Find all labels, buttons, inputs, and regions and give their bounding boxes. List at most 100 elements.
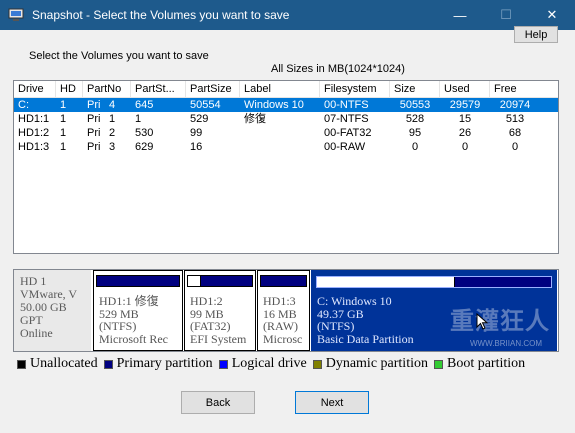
minimize-icon: —: [453, 7, 467, 23]
partition-block-selected[interactable]: C: Windows 10 49.37 GB (NTFS) Basic Data…: [311, 270, 557, 351]
legend-boot: Boot partition: [433, 356, 526, 372]
cell-partstart: 629: [135, 141, 154, 153]
usage-fill: [317, 277, 456, 287]
column-filesystem[interactable]: Filesystem: [320, 81, 390, 98]
volume-list[interactable]: Drive HD PartNo PartSt... PartSize Label…: [13, 80, 559, 254]
cell-size: 95: [408, 127, 422, 139]
cell-hd: 1: [60, 113, 67, 125]
partition-title: HD1:3: [263, 294, 296, 308]
column-partstart[interactable]: PartSt...: [131, 81, 186, 98]
help-button[interactable]: Help: [514, 26, 558, 43]
cell-free: 68: [508, 127, 522, 139]
cell-size: 528: [405, 113, 425, 125]
watermark-text: 重灌狂人: [450, 307, 550, 335]
partition-type: Microsoft Rec: [99, 331, 168, 346]
cell-label: 修復: [244, 113, 266, 125]
cell-hd: 1: [60, 141, 67, 153]
partition-block[interactable]: HD1:1 修復 529 MB (NTFS) Microsoft Rec: [93, 270, 183, 351]
cell-used: 26: [458, 127, 472, 139]
legend-unallocated: Unallocated: [17, 356, 98, 372]
column-used[interactable]: Used: [440, 81, 490, 98]
legend-label: Unallocated: [30, 356, 98, 371]
partition-fs: (NTFS): [317, 319, 355, 333]
legend-logical: Logical drive: [218, 356, 307, 372]
cell-partstart: 530: [135, 127, 154, 139]
cell-free: 20974: [499, 99, 531, 111]
sizes-note: All Sizes in MB(1024*1024): [271, 63, 405, 75]
table-row[interactable]: HD1:1 1 Pri 1 1 529 修復 07-NTFS 528 15 51…: [14, 112, 558, 126]
table-row[interactable]: C: 1 Pri 4 645 50554 Windows 10 00-NTFS …: [14, 98, 558, 112]
partition-legend: Unallocated Primary partition Logical dr…: [17, 356, 531, 372]
table-row[interactable]: HD1:2 1 Pri 2 530 99 00-FAT32 95 26 68: [14, 126, 558, 140]
usage-fill: [188, 276, 201, 286]
cell-partstart: 645: [135, 99, 154, 111]
legend-label: Boot partition: [446, 356, 526, 371]
next-button[interactable]: Next: [295, 391, 369, 414]
cell-label: Windows 10: [244, 99, 304, 111]
cell-partno: 1: [109, 113, 116, 125]
cell-label: [240, 140, 320, 154]
partition-type: EFI System: [190, 331, 247, 346]
cell-type: Pri: [87, 141, 101, 153]
cell-used: 0: [461, 141, 469, 153]
cell-hd: 1: [60, 127, 67, 139]
partition-fs: (FAT32): [190, 319, 231, 333]
cell-hd: 1: [60, 99, 67, 111]
partition-block[interactable]: HD1:2 99 MB (FAT32) EFI System: [184, 270, 256, 351]
cell-free: 513: [505, 113, 525, 125]
column-size[interactable]: Size: [390, 81, 440, 98]
swatch: [103, 359, 113, 369]
cell-drive: C:: [18, 99, 29, 111]
partition-map: HD 1 VMware, V 50.00 GB GPT Online HD1:1…: [13, 269, 559, 352]
usage-bar: [316, 276, 552, 288]
cell-filesystem: 00-FAT32: [324, 127, 372, 139]
instruction-text: Select the Volumes you want to save: [29, 50, 209, 62]
cell-used: 15: [458, 113, 472, 125]
partition-title: C: Windows 10: [317, 294, 392, 308]
cell-type: Pri: [87, 113, 101, 125]
cell-filesystem: 07-NTFS: [324, 113, 369, 125]
legend-dynamic: Dynamic partition: [312, 356, 428, 372]
column-drive[interactable]: Drive: [14, 81, 56, 98]
cell-drive: HD1:3: [18, 141, 50, 153]
legend-primary: Primary partition: [103, 356, 213, 372]
legend-label: Logical drive: [231, 356, 307, 371]
cell-partsize: 50554: [190, 99, 221, 111]
close-icon: ✕: [546, 7, 558, 22]
partition-fs: (NTFS): [99, 319, 137, 333]
app-icon: [8, 7, 24, 23]
swatch: [433, 359, 443, 369]
partition-block[interactable]: HD1:3 16 MB (RAW) Microsc: [257, 270, 310, 351]
watermark-url: WWW.BRIIAN.COM: [470, 339, 542, 348]
column-hd[interactable]: HD: [56, 81, 83, 98]
cell-label: [240, 126, 320, 140]
cell-partno: 3: [109, 141, 116, 153]
list-header: Drive HD PartNo PartSt... PartSize Label…: [14, 81, 558, 98]
back-button[interactable]: Back: [181, 391, 255, 414]
partition-title: HD1:1 修復: [99, 294, 159, 308]
usage-bar: [96, 275, 180, 287]
column-free[interactable]: Free: [490, 81, 540, 98]
cell-partno: 2: [109, 127, 116, 139]
column-partsize[interactable]: PartSize: [186, 81, 240, 98]
legend-label: Dynamic partition: [325, 356, 428, 371]
swatch: [312, 359, 322, 369]
cell-size: 0: [411, 141, 419, 153]
partition-title: HD1:2: [190, 294, 223, 308]
partition-type: Basic Data Partition: [317, 331, 414, 346]
minimize-button[interactable]: —: [437, 0, 483, 30]
cell-size: 50553: [399, 99, 431, 111]
column-partno[interactable]: PartNo: [83, 81, 131, 98]
partition-type: Microsc: [263, 331, 303, 346]
cell-type: Pri: [87, 127, 101, 139]
cell-partsize: 99: [190, 127, 203, 139]
cell-drive: HD1:2: [18, 127, 50, 139]
usage-bar: [187, 275, 253, 287]
window-title: Snapshot - Select the Volumes you want t…: [32, 8, 290, 22]
usage-bar: [260, 275, 307, 287]
table-row[interactable]: HD1:3 1 Pri 3 629 16 00-RAW 0 0 0: [14, 140, 558, 154]
disk-info: HD 1 VMware, V 50.00 GB GPT Online: [14, 270, 92, 351]
cell-filesystem: 00-RAW: [324, 141, 366, 153]
cell-filesystem: 00-NTFS: [324, 99, 369, 111]
column-label[interactable]: Label: [240, 81, 320, 98]
